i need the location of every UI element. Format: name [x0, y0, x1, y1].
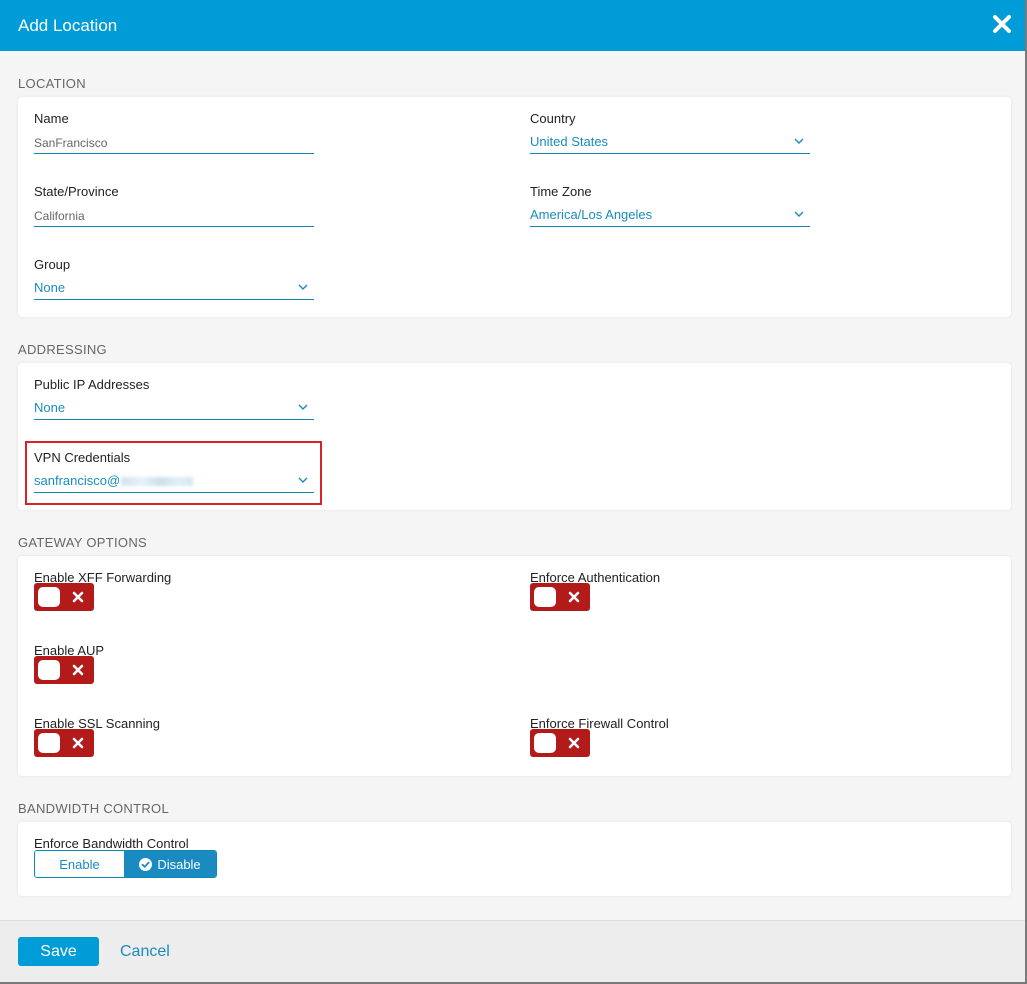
add-location-dialog: Add Location LOCATION Name Country Unite… [0, 0, 1027, 984]
group-select[interactable]: None [34, 276, 314, 300]
public-ip-select[interactable]: None [34, 396, 314, 420]
chevron-down-icon [298, 404, 308, 410]
ssl-toggle[interactable] [34, 729, 94, 757]
section-title-location: LOCATION [18, 76, 86, 91]
x-icon [72, 737, 84, 749]
bandwidth-card: Enforce Bandwidth Control Enable Disable [18, 822, 1011, 896]
toggle-knob [38, 660, 60, 680]
redacted-text [121, 477, 194, 487]
public-ip-value: None [34, 400, 66, 415]
aup-toggle[interactable] [34, 656, 94, 684]
location-card: Name Country United States State/Provinc… [18, 97, 1011, 317]
xff-toggle[interactable] [34, 583, 94, 611]
vpn-credentials-text: sanfrancisco@ [34, 473, 121, 488]
country-value: United States [530, 134, 609, 149]
chevron-down-icon [298, 284, 308, 290]
group-label: Group [34, 257, 71, 272]
gateway-card: Enable XFF Forwarding Enforce Authentica… [18, 556, 1011, 776]
section-title-addressing: ADDRESSING [18, 342, 107, 357]
timezone-label: Time Zone [530, 184, 592, 199]
country-label: Country [530, 111, 576, 126]
check-circle-icon [139, 857, 153, 871]
country-select[interactable]: United States [530, 130, 810, 154]
toggle-knob [38, 733, 60, 753]
auth-toggle[interactable] [530, 583, 590, 611]
x-icon [568, 591, 580, 603]
dialog-header: Add Location [0, 0, 1025, 51]
close-icon[interactable] [991, 13, 1013, 35]
dialog-footer: Save Cancel [0, 920, 1025, 982]
toggle-knob [534, 587, 556, 607]
chevron-down-icon [794, 211, 804, 217]
chevron-down-icon [794, 138, 804, 144]
firewall-toggle[interactable] [530, 729, 590, 757]
section-title-bandwidth: BANDWIDTH CONTROL [18, 801, 169, 816]
vpn-credentials-select[interactable]: sanfrancisco@ [34, 469, 314, 493]
name-label: Name [34, 111, 69, 126]
dialog-title: Add Location [18, 16, 118, 35]
enable-option[interactable]: Enable [35, 851, 124, 877]
vpn-credentials-label: VPN Credentials [34, 450, 131, 465]
name-input[interactable] [34, 132, 314, 154]
cancel-button[interactable]: Cancel [120, 943, 170, 961]
x-icon [72, 664, 84, 676]
group-value: None [34, 280, 66, 295]
state-label: State/Province [34, 184, 119, 199]
timezone-value: America/Los Angeles [530, 207, 653, 222]
toggle-knob [38, 587, 60, 607]
x-icon [72, 591, 84, 603]
section-title-gateway: GATEWAY OPTIONS [18, 535, 147, 550]
state-input[interactable] [34, 205, 314, 227]
toggle-knob [534, 733, 556, 753]
x-icon [568, 737, 580, 749]
enable-option-label: Enable [59, 856, 100, 872]
disable-option[interactable]: Disable [124, 851, 216, 877]
public-ip-label: Public IP Addresses [34, 377, 150, 392]
bandwidth-label: Enforce Bandwidth Control [34, 836, 189, 851]
chevron-down-icon [298, 477, 308, 483]
timezone-select[interactable]: America/Los Angeles [530, 203, 810, 227]
disable-option-label: Disable [157, 856, 201, 872]
save-button[interactable]: Save [18, 937, 99, 966]
save-button-label: Save [40, 942, 77, 960]
vpn-credentials-value: sanfrancisco@ [34, 473, 194, 488]
addressing-card: Public IP Addresses None VPN Credentials… [18, 363, 1011, 510]
bandwidth-segmented-control: Enable Disable [34, 850, 217, 878]
